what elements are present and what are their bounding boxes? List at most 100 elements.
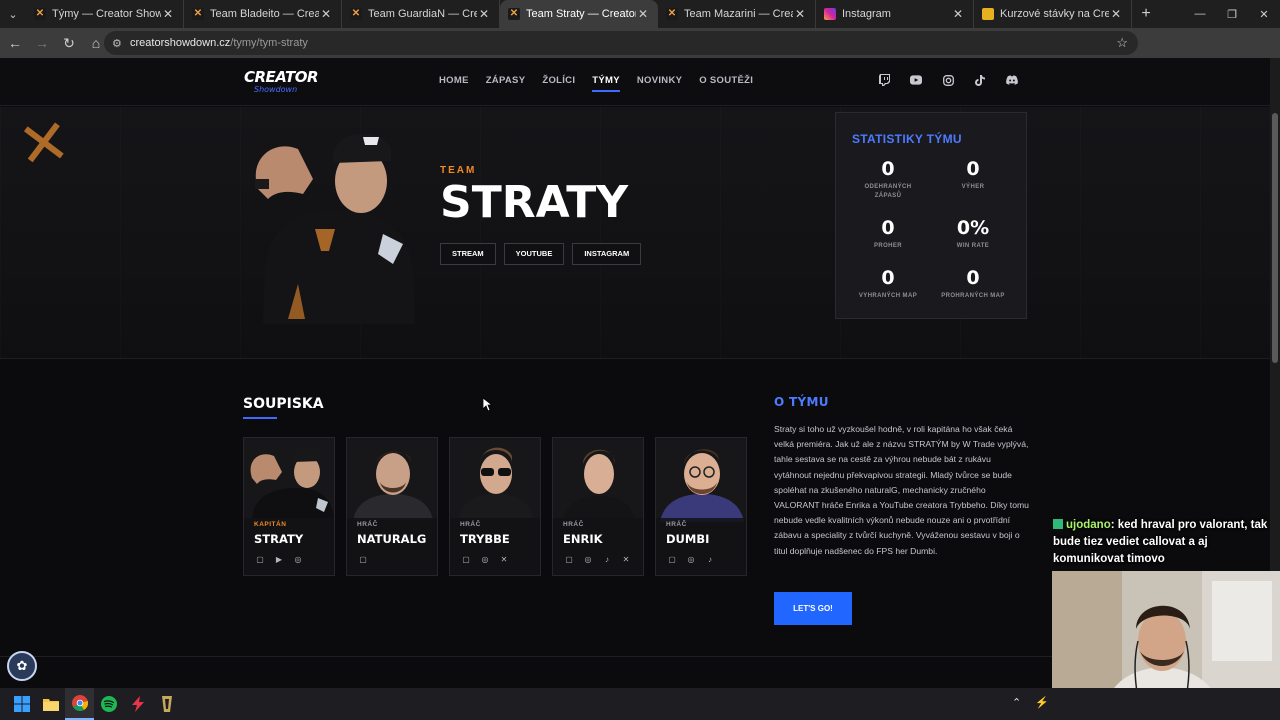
tab-title: Team Mazarini — Creator Show [684, 8, 793, 20]
chat-username: ujodano [1066, 519, 1111, 531]
nav-item-zolici[interactable]: ŽOLÍCI [542, 75, 575, 86]
tiktok-icon[interactable]: ♪ [705, 555, 715, 564]
close-tab-icon[interactable]: ✕ [951, 7, 965, 21]
x-icon[interactable]: ✕ [499, 555, 509, 564]
twitch-icon[interactable]: ▢ [461, 555, 471, 564]
browser-tab[interactable]: ✕Team Bladeito — Creator Show✕ [184, 0, 342, 28]
betting-favicon-icon: . [982, 8, 994, 20]
stat-label: ODEHRANÝCH ZÁPASŮ [864, 184, 912, 199]
tab-search-icon[interactable]: ⌄ [0, 0, 26, 28]
roster-heading: SOUPISKA [243, 396, 324, 412]
tray-app-icon[interactable]: ⚡ [1035, 696, 1049, 709]
site-info-icon[interactable]: ⚙ [112, 37, 126, 50]
instagram-icon[interactable] [942, 74, 954, 86]
browser-tab-active[interactable]: ✕Team Straty — Creator Showdo✕ [500, 0, 658, 28]
tab-title: Instagram [842, 8, 891, 20]
player-socials: ▢ ◎ ♪ ✕ [564, 555, 631, 564]
nav-item-o-soutezi[interactable]: O SOUTĚŽI [699, 75, 753, 86]
stream-chat-message: ujodano: ked hraval pro valorant, tak bu… [1053, 517, 1275, 568]
mouse-cursor-icon [483, 398, 492, 412]
creator-favicon-icon: ✕ [350, 8, 362, 20]
bookmark-star-icon[interactable]: ☆ [1116, 35, 1128, 51]
stream-link-button[interactable]: STREAM [440, 243, 496, 265]
tab-title: Kurzové stávky na Creator Sho [1000, 8, 1109, 20]
twitch-icon[interactable]: ▢ [564, 555, 574, 564]
player-card-enrik[interactable]: HRÁČ ENRIK ▢ ◎ ♪ ✕ [552, 437, 644, 576]
browser-tab[interactable]: . Kurzové stávky na Creator Sho✕ [974, 0, 1132, 28]
stat-losses: 0 PROHER [848, 217, 928, 251]
browser-tab[interactable]: . Instagram ✕ [816, 0, 974, 28]
stat-wins: 0 VÝHER [933, 158, 1013, 192]
minimize-icon[interactable]: — [1184, 0, 1216, 28]
twitch-icon[interactable]: ▢ [667, 555, 677, 564]
os-taskbar [0, 688, 1280, 720]
stat-value: 0 [881, 217, 895, 239]
tray-expand-icon[interactable]: ⌃ [1012, 696, 1021, 709]
twitch-icon[interactable] [878, 74, 890, 86]
instagram-icon[interactable]: ◎ [480, 555, 490, 564]
x-icon[interactable]: ✕ [621, 555, 631, 564]
youtube-icon[interactable]: ▶ [274, 555, 284, 564]
close-window-icon[interactable]: ✕ [1248, 0, 1280, 28]
system-tray: ⌃ ⚡ [1012, 696, 1049, 709]
player-card-trybbe[interactable]: HRÁČ TRYBBE ▢ ◎ ✕ [449, 437, 541, 576]
nav-item-home[interactable]: HOME [439, 75, 469, 86]
tiktok-icon[interactable] [974, 74, 986, 86]
restore-icon[interactable]: ❐ [1216, 0, 1248, 28]
url-text: creatorshowdown.cz/tymy/tym-straty [130, 37, 308, 49]
file-explorer-icon[interactable] [36, 688, 65, 720]
new-tab-button[interactable]: + [1132, 0, 1160, 28]
instagram-icon[interactable]: ◎ [686, 555, 696, 564]
streaming-app-icon[interactable] [123, 688, 152, 720]
scrollbar-thumb[interactable] [1272, 113, 1278, 363]
browser-tab[interactable]: ✕Team GuardiaN — Creator Sho✕ [342, 0, 500, 28]
close-tab-icon[interactable]: ✕ [793, 7, 807, 21]
close-tab-icon[interactable]: ✕ [319, 7, 333, 21]
stat-value: 0 [881, 267, 895, 289]
player-card-naturalg[interactable]: HRÁČ NATURALG ▢ [346, 437, 438, 576]
stat-label: VYHRANÝCH MAP [858, 293, 918, 299]
team-links: STREAM YOUTUBE INSTAGRAM [440, 243, 642, 265]
game-launcher-icon[interactable] [152, 688, 181, 720]
browser-tab[interactable]: ✕Týmy — Creator Showdown✕ [26, 0, 184, 28]
tab-title: Team Bladeito — Creator Show [210, 8, 319, 20]
twitch-icon[interactable]: ▢ [255, 555, 265, 564]
cookie-settings-icon[interactable]: ✿ [7, 651, 37, 681]
url-host: creatorshowdown.cz [130, 37, 231, 49]
player-card-straty[interactable]: KAPITÁN STRATY ▢ ▶ ◎ [243, 437, 335, 576]
chrome-icon[interactable] [65, 688, 94, 720]
close-tab-icon[interactable]: ✕ [636, 7, 650, 21]
instagram-icon[interactable]: ◎ [583, 555, 593, 564]
close-tab-icon[interactable]: ✕ [1109, 7, 1123, 21]
player-socials: ▢ ▶ ◎ [255, 555, 303, 564]
tab-title: Týmy — Creator Showdown [52, 8, 161, 20]
close-tab-icon[interactable]: ✕ [477, 7, 491, 21]
reload-icon[interactable]: ↻ [57, 35, 81, 52]
browser-tab[interactable]: ✕Team Mazarini — Creator Show✕ [658, 0, 816, 28]
nav-item-tymy[interactable]: TÝMY [592, 75, 620, 92]
player-name: NATURALG [357, 532, 427, 546]
close-tab-icon[interactable]: ✕ [161, 7, 175, 21]
url-input[interactable]: ⚙ creatorshowdown.cz/tymy/tym-straty ☆ [104, 31, 1138, 55]
player-name: TRYBBE [460, 532, 510, 546]
player-card-dumbi[interactable]: HRÁČ DUMBI ▢ ◎ ♪ [655, 437, 747, 576]
youtube-icon[interactable] [910, 74, 922, 86]
stats-title: STATISTIKY TÝMU [852, 132, 962, 146]
discord-icon[interactable] [1006, 74, 1018, 86]
player-socials: ▢ ◎ ♪ [667, 555, 715, 564]
twitch-icon[interactable]: ▢ [358, 555, 368, 564]
forward-icon[interactable]: → [30, 35, 54, 51]
youtube-link-button[interactable]: YOUTUBE [503, 243, 565, 265]
lets-go-button[interactable]: LET'S GO! [774, 592, 852, 625]
back-icon[interactable]: ← [3, 35, 27, 51]
instagram-icon[interactable]: ◎ [293, 555, 303, 564]
site-logo[interactable]: CREATOR Showdown [244, 70, 319, 96]
nav-item-novinky[interactable]: NOVINKY [637, 75, 682, 86]
spotify-icon[interactable] [94, 688, 123, 720]
tiktok-icon[interactable]: ♪ [602, 555, 612, 564]
instagram-link-button[interactable]: INSTAGRAM [572, 243, 642, 265]
stat-value: 0% [956, 217, 990, 239]
nav-item-zapasy[interactable]: ZÁPASY [486, 75, 526, 86]
windows-start-icon[interactable] [7, 688, 36, 720]
player-name: DUMBI [666, 532, 710, 546]
